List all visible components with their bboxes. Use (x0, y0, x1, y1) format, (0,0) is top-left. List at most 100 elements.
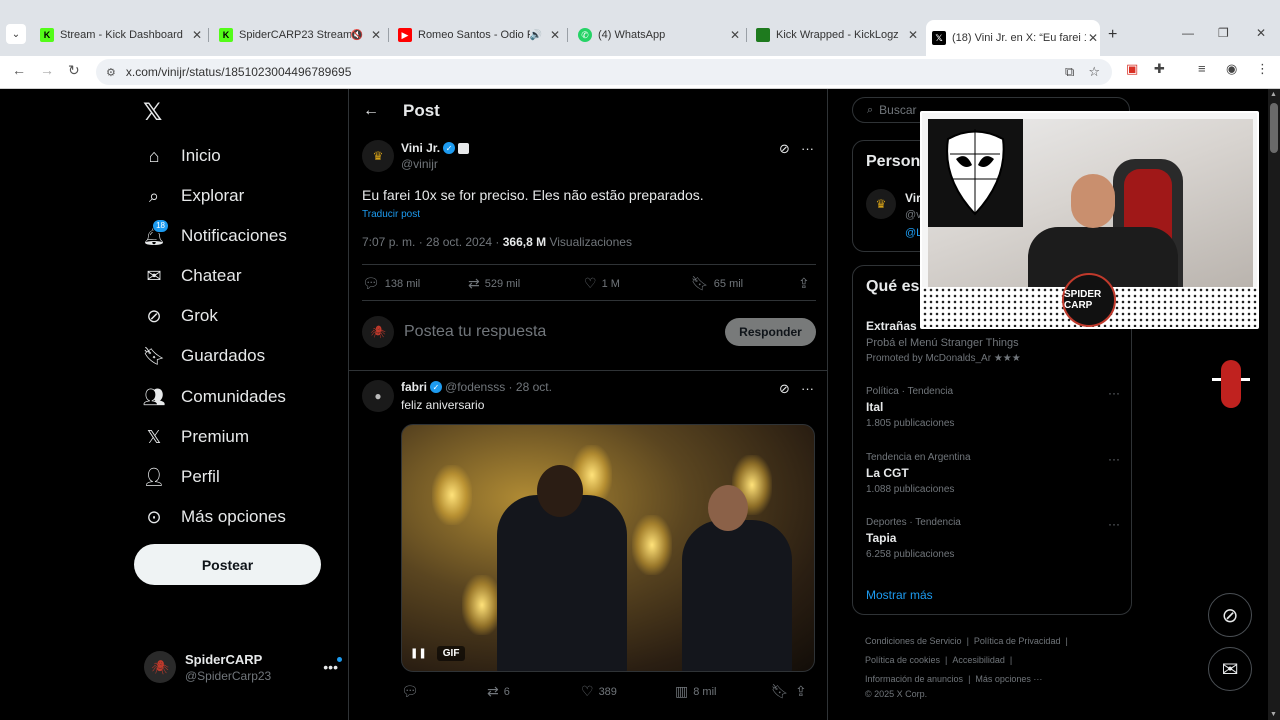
close-tab-icon[interactable]: ✕ (906, 28, 920, 42)
extensions-puzzle-icon[interactable]: ✚ (1154, 61, 1165, 77)
reply-input[interactable]: Postea tu respuesta (404, 323, 546, 341)
bookmark-action[interactable]: 🔖︎ 65 mil (691, 275, 798, 292)
more-dots-icon[interactable]: ··· (1108, 386, 1120, 400)
repost-icon: ⇄ (468, 275, 480, 291)
trend-item[interactable]: Deportes · Tendencia Tapia 6.258 publica… (866, 517, 1120, 560)
close-tab-icon[interactable]: ✕ (1086, 31, 1100, 45)
messages-fab-button[interactable]: ✉ (1208, 647, 1252, 691)
reload-icon[interactable]: ↻ (68, 62, 80, 79)
share-action[interactable]: ⇪ (795, 683, 807, 700)
verified-badge-icon: ✓ (443, 142, 456, 154)
trend-item[interactable]: Tendencia en Argentina La CGT 1.088 publ… (866, 452, 1120, 495)
more-dots-icon[interactable]: ••• (323, 657, 342, 675)
bar-chart-icon: ▥ (675, 683, 689, 699)
tab-romeo-santos[interactable]: ▶ Romeo Santos - Odio Fe 🔊 ✕ (392, 22, 562, 48)
show-more-link[interactable]: Mostrar más (866, 588, 933, 602)
translate-link[interactable]: Traducir post (362, 209, 420, 220)
nav-item-more[interactable]: ⊙ Más opciones (143, 503, 285, 531)
restore-icon[interactable]: ❐ (1218, 26, 1229, 40)
more-dots-icon[interactable]: ··· (801, 381, 814, 396)
post-author[interactable]: ♛ Vini Jr. ✓ @vinijr (362, 140, 470, 172)
share-action[interactable]: ⇪ (798, 275, 810, 292)
search-icon: ⌕ (867, 103, 874, 116)
webcam-feed (928, 119, 1253, 291)
muted-speaker-icon[interactable]: 🔇 (351, 30, 363, 41)
reply-button[interactable]: Responder (725, 318, 816, 346)
more-dots-icon[interactable]: ··· (801, 141, 814, 156)
x-logo-icon[interactable]: 𝕏 (143, 98, 162, 127)
speaker-icon[interactable]: 🔊 (530, 30, 542, 41)
extension-icon[interactable]: ▣ (1126, 61, 1138, 77)
like-action[interactable]: ♡ 389 (581, 683, 675, 700)
views-action[interactable]: ▥ 8 mil (675, 683, 771, 700)
grok-icon: ⊘ (146, 305, 162, 326)
nav-item-bookmarks[interactable]: 🔖︎ Guardados (143, 342, 266, 370)
nav-item-home[interactable]: ⌂ Inicio (143, 142, 221, 170)
repost-action[interactable]: ⇄ 529 mil (468, 275, 584, 292)
gif-label: GIF (436, 646, 466, 661)
repost-action[interactable]: ⇄ 6 (487, 683, 581, 700)
forward-arrow-icon[interactable]: → (40, 62, 54, 78)
grok-icon[interactable]: ⊘ (779, 381, 790, 397)
spider-decoration (1212, 344, 1250, 428)
close-tab-icon[interactable]: ✕ (728, 28, 742, 42)
avatar[interactable]: ♛ (866, 189, 896, 219)
nav-item-chat[interactable]: ✉ Chatear (143, 262, 241, 290)
bookmark-star-icon[interactable]: ☆ (1088, 64, 1100, 80)
back-arrow-icon[interactable]: ← (363, 102, 379, 120)
tab-kick-wrapped[interactable]: Kick Wrapped - KickLogz ✕ (750, 22, 920, 48)
media-control-icon[interactable]: ≡ (1198, 61, 1206, 76)
post-actions: 💬︎ 138 mil ⇄ 529 mil ♡ 1 M 🔖︎ 65 mil ⇪ (362, 275, 816, 292)
close-window-icon[interactable]: ✕ (1256, 26, 1266, 40)
bookmark-action[interactable]: 🔖︎ (771, 683, 795, 700)
reply-action[interactable]: 💬︎ (401, 683, 487, 700)
tab-vini-jr-post[interactable]: 𝕏 (18) Vini Jr. en X: “Eu farei 10 ✕ (926, 20, 1100, 56)
tab-spidercarp-stream[interactable]: K SpiderCARP23 Stream - ‘ 🔇 ✕ (213, 22, 383, 48)
nav-item-communities[interactable]: 👥︎ Comunidades (143, 383, 286, 411)
more-circle-icon: ⊙ (146, 506, 162, 527)
reply-post[interactable]: ● fabri ✓ @fodensss · 28 oct. feliz aniv… (362, 380, 552, 412)
nav-item-notifications[interactable]: 🔔︎ 18 Notificaciones (143, 219, 287, 250)
reply-bubble-icon: 💬︎ (362, 275, 380, 291)
profile-icon[interactable]: ◉ (1226, 61, 1237, 77)
avatar[interactable]: ♛ (362, 140, 394, 172)
reply-gif[interactable]: ❚❚ GIF (401, 424, 815, 672)
nav-item-grok[interactable]: ⊘ Grok (143, 302, 217, 330)
verified-badge-icon: ✓ (430, 381, 443, 393)
back-arrow-icon[interactable]: ← (12, 62, 26, 78)
webcam-overlay: SPIDER CARP (920, 111, 1259, 329)
close-tab-icon[interactable]: ✕ (190, 28, 204, 42)
like-action[interactable]: ♡ 1 M (584, 275, 691, 292)
pause-icon[interactable]: ❚❚ (410, 648, 427, 659)
new-tab-button[interactable]: + (1108, 26, 1117, 44)
tab-kick-dashboard[interactable]: K Stream - Kick Dashboard ✕ (34, 22, 204, 48)
install-app-icon[interactable]: ⧉ (1065, 64, 1074, 80)
nav-item-explore[interactable]: ⌕ Explorar (143, 182, 244, 210)
more-dots-icon[interactable]: ··· (1108, 452, 1120, 466)
reply-actions: 💬︎ ⇄ 6 ♡ 389 ▥ 8 mil 🔖︎ ⇪ (401, 683, 815, 700)
tab-search-button[interactable]: ⌄ (6, 24, 26, 44)
browser-toolbar: ← → ↻ ⚙ x.com/vinijr/status/185102300449… (0, 56, 1280, 89)
account-switcher[interactable]: 🕷︎ SpiderCARP @SpiderCarp23 ••• (144, 647, 342, 687)
grok-icon[interactable]: ⊘ (779, 141, 790, 157)
reply-action[interactable]: 💬︎ 138 mil (362, 275, 468, 292)
more-dots-icon[interactable]: ··· (1108, 517, 1120, 531)
address-bar[interactable]: ⚙ x.com/vinijr/status/185102300449678969… (96, 59, 1112, 85)
close-tab-icon[interactable]: ✕ (369, 28, 383, 42)
trend-item[interactable]: Política · Tendencia Ital 1.805 publicac… (866, 386, 1120, 429)
home-icon: ⌂ (148, 145, 160, 166)
page-scrollbar[interactable]: ▲ ▼ (1268, 89, 1280, 720)
people-icon: 👥︎ (142, 386, 166, 407)
grok-fab-button[interactable]: ⊘ (1208, 593, 1252, 637)
tab-whatsapp[interactable]: ✆ (4) WhatsApp ✕ (572, 22, 742, 48)
nav-item-profile[interactable]: 👤︎ Perfil (143, 463, 220, 491)
browser-menu-icon[interactable]: ⋮ (1256, 61, 1269, 77)
site-info-icon[interactable]: ⚙ (106, 66, 116, 79)
post-button[interactable]: Postear (134, 544, 321, 585)
nav-item-premium[interactable]: 𝕏 Premium (143, 423, 249, 451)
avatar[interactable]: ● (362, 380, 394, 412)
post-text: Eu farei 10x se for preciso. Eles não es… (362, 187, 704, 203)
close-tab-icon[interactable]: ✕ (548, 28, 562, 42)
minimize-icon[interactable]: — (1182, 26, 1194, 40)
avatar: 🕷︎ (144, 651, 176, 683)
